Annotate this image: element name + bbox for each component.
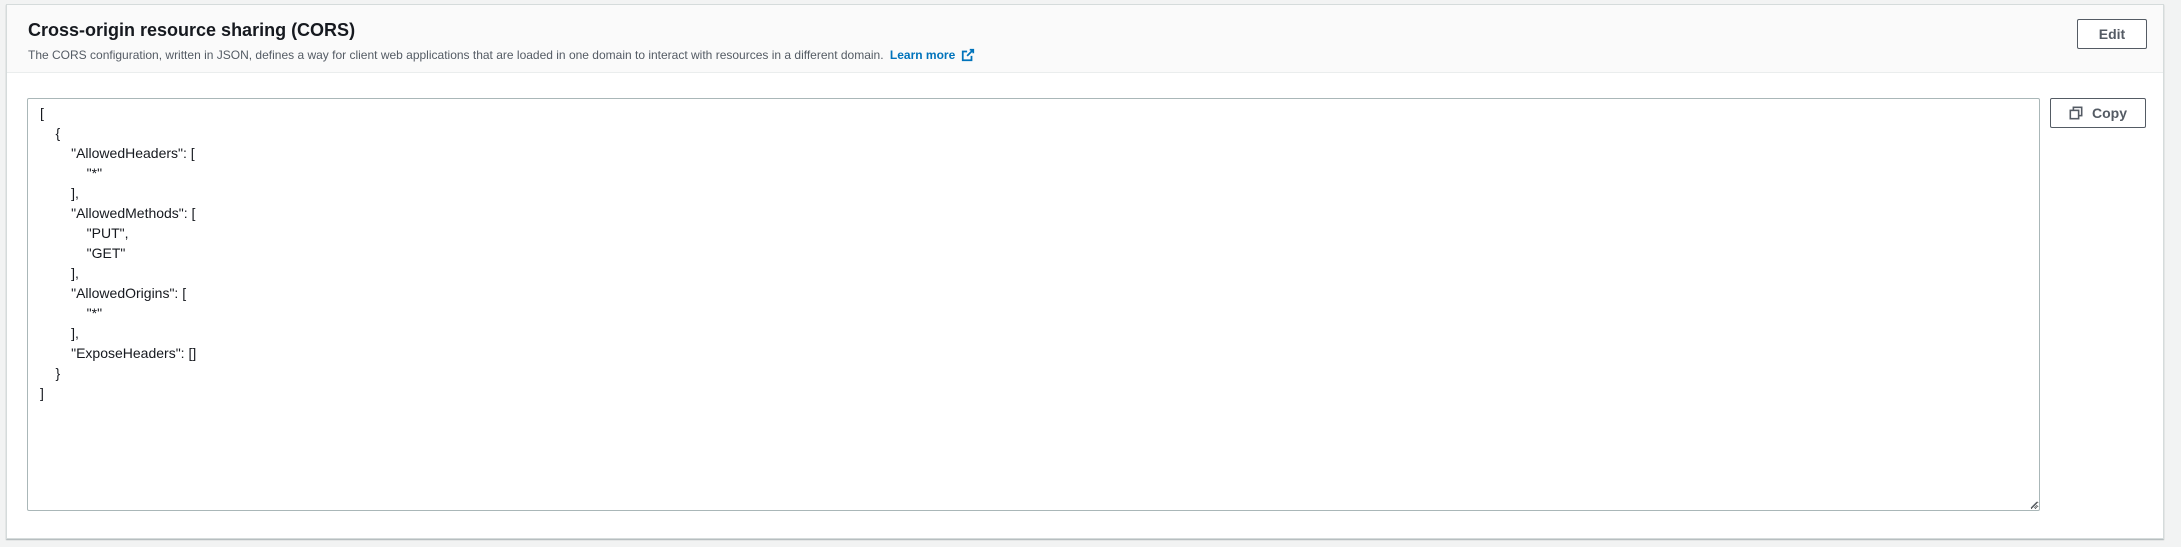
learn-more-label: Learn more bbox=[889, 48, 956, 62]
learn-more-link[interactable]: Learn more bbox=[890, 48, 975, 62]
cors-panel: Cross-origin resource sharing (CORS) The… bbox=[6, 4, 2164, 539]
edit-button[interactable]: Edit bbox=[2077, 19, 2147, 49]
panel-title: Cross-origin resource sharing (CORS) bbox=[28, 20, 356, 40]
resize-handle-icon[interactable] bbox=[2028, 499, 2038, 509]
description-text: The CORS configuration, written in JSON,… bbox=[28, 48, 884, 62]
panel-description: The CORS configuration, written in JSON,… bbox=[28, 47, 975, 63]
copy-icon bbox=[2069, 106, 2083, 120]
copy-button[interactable]: Copy bbox=[2050, 98, 2146, 128]
copy-button-label: Copy bbox=[2092, 105, 2127, 121]
cors-json-content: [ { "AllowedHeaders": [ "*" ], "AllowedM… bbox=[40, 105, 197, 401]
external-link-icon bbox=[962, 48, 975, 62]
edit-button-label: Edit bbox=[2098, 26, 2126, 42]
cors-json-editor[interactable]: [ { "AllowedHeaders": [ "*" ], "AllowedM… bbox=[27, 98, 2040, 511]
panel-header: Cross-origin resource sharing (CORS) The… bbox=[7, 5, 2163, 73]
